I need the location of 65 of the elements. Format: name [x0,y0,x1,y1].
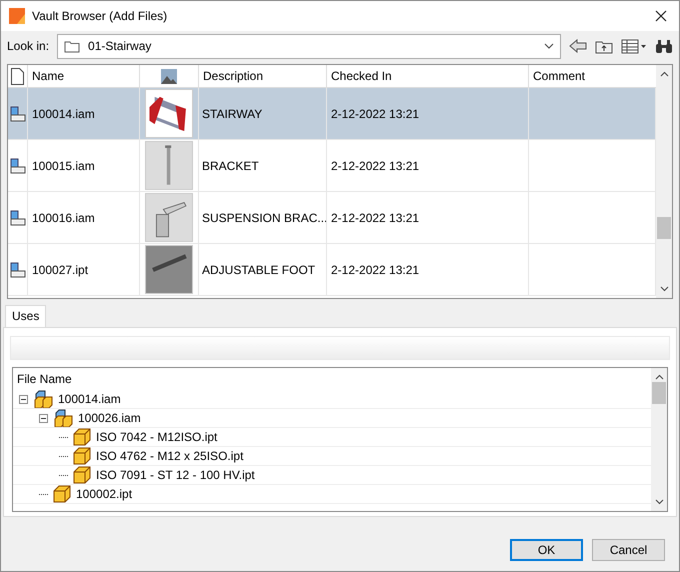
app-icon [9,8,25,24]
scroll-up-icon[interactable] [654,374,664,380]
assembly-icon [53,409,73,427]
up-folder-icon[interactable] [595,38,613,54]
column-header[interactable]: Checked In [327,65,529,87]
tree-item[interactable]: 100002.ipt [73,487,132,501]
close-icon[interactable] [655,10,667,22]
assembly-icon [10,106,26,122]
binoculars-icon[interactable] [655,38,673,54]
description-text: SUSPENSION BRAC... [202,210,326,224]
scrollbar[interactable] [656,65,672,298]
file-name: 100015.iam [32,158,95,172]
column-header: File Name [17,372,72,386]
scroll-thumb[interactable] [652,382,666,404]
image-icon [161,68,177,84]
tree-line [59,436,69,438]
scrollbar[interactable] [651,368,667,511]
tree-item[interactable]: ISO 7042 - M12ISO.ipt [93,430,218,444]
tree-item[interactable]: 100026.iam [75,411,141,425]
file-row[interactable]: 100027.ipt ADJUSTABLE FOOT 2-12-2022 13:21 [8,244,656,296]
column-header[interactable]: Name [28,65,140,87]
tree-item[interactable]: 100014.iam [55,392,121,406]
dialog-button[interactable]: Cancel [592,539,665,561]
scroll-thumb[interactable] [657,217,671,239]
tree-item[interactable]: ISO 4762 - M12 x 25ISO.ipt [93,449,244,463]
tree-item[interactable]: ISO 7091 - ST 12 - 100 HV.ipt [93,468,255,482]
cube-icon [73,447,91,465]
window-title: Vault Browser (Add Files) [32,9,168,23]
file-row[interactable]: 100016.iam SUSPENSION BRAC... 2-12-2022 13:21 [8,192,656,244]
description-text: ADJUSTABLE FOOT [202,262,316,276]
assembly-icon [33,390,53,408]
checked-in-date: 2-12-2022 13:21 [331,158,420,172]
back-icon[interactable] [569,39,587,53]
checked-in-date: 2-12-2022 13:21 [331,210,420,224]
scroll-down-icon[interactable] [660,286,668,292]
cube-icon [53,485,71,503]
file-name: 100027.ipt [32,262,88,276]
assembly-icon [10,262,26,278]
tab[interactable]: Uses [5,305,46,327]
document-icon [11,68,24,84]
view-menu-icon[interactable] [621,38,647,54]
checked-in-date: 2-12-2022 13:21 [331,262,420,276]
assembly-icon [10,158,26,174]
description-text: BRACKET [202,158,259,172]
chevron-down-icon[interactable] [544,43,554,49]
file-row[interactable]: 100015.iam BRACKET 2-12-2022 13:21 [8,140,656,192]
file-name: 100016.iam [32,210,95,224]
dialog-button[interactable]: OK [510,539,583,561]
folder-icon [64,40,80,52]
tree-line [59,474,69,476]
assembly-icon [10,210,26,226]
scroll-down-icon[interactable] [654,499,664,505]
collapse-icon[interactable] [39,414,48,422]
collapse-icon[interactable] [19,394,28,404]
scroll-up-icon[interactable] [660,71,668,77]
cube-icon [73,466,91,484]
column-header[interactable]: Comment [529,65,656,87]
description-text: STAIRWAY [202,106,262,120]
column-header[interactable]: Description [199,65,327,87]
checked-in-date: 2-12-2022 13:21 [331,106,420,120]
look-in-dropdown[interactable]: 01-Stairway [57,34,561,58]
file-row[interactable]: 100014.iam STAIRWAY 2-12-2022 13:21 [8,88,656,140]
file-name: 100014.iam [32,106,95,120]
look-in-label: Look in: [7,39,50,53]
cube-icon [73,428,91,446]
